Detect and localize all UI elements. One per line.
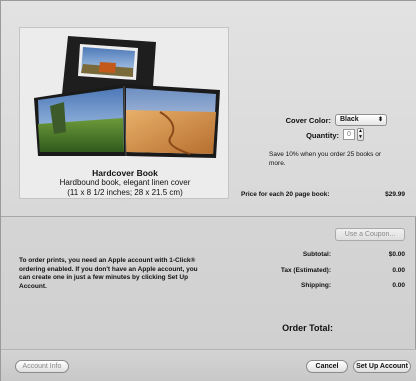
updown-arrows-icon: ⬍	[377, 117, 383, 123]
button-bar: Account Info Cancel Set Up Account	[1, 349, 416, 381]
order-window: Hardcover Book Hardbound book, elegant l…	[0, 0, 416, 381]
product-title: Hardcover Book	[92, 168, 158, 178]
account-info-text: To order prints, you need an Apple accou…	[19, 257, 198, 290]
account-info-button[interactable]: Account Info	[15, 360, 69, 373]
product-pane: Hardcover Book Hardbound book, elegant l…	[1, 1, 416, 217]
subtotal-label: Subtotal:	[302, 251, 331, 258]
shipping-label: Shipping:	[301, 282, 331, 289]
discount-note: Save 10% when you order 25 books or more…	[269, 151, 382, 167]
cover-color-label: Cover Color:	[285, 116, 331, 125]
set-up-account-button[interactable]: Set Up Account	[353, 360, 411, 373]
order-total-label: Order Total:	[282, 323, 333, 333]
quantity-field[interactable]: 0	[343, 129, 355, 140]
subtotal-value: $0.00	[388, 251, 405, 258]
product-caption: Hardcover Book Hardbound book, elegant l…	[20, 168, 230, 198]
tax-label: Tax (Estimated):	[280, 267, 331, 274]
book-preview: Hardcover Book Hardbound book, elegant l…	[19, 27, 229, 199]
price-label: Price for each 20 page book:	[241, 191, 330, 198]
product-dimensions: (11 x 8 1/2 inches; 28 x 21.5 cm)	[67, 188, 183, 197]
price-value: $29.99	[385, 191, 405, 198]
book-image	[34, 36, 220, 158]
quantity-stepper-icon[interactable]: ▲ ▼	[357, 128, 364, 141]
tax-value: 0.00	[392, 267, 405, 274]
cover-color-value: Black	[340, 116, 359, 123]
cancel-button[interactable]: Cancel	[306, 360, 348, 373]
cover-color-popup[interactable]: Black ⬍	[335, 114, 387, 126]
product-subtitle: Hardbound book, elegant linen cover	[59, 178, 191, 187]
open-book	[34, 84, 220, 158]
use-coupon-button[interactable]: Use a Coupon...	[335, 228, 405, 241]
quantity-label: Quantity:	[306, 131, 339, 140]
shipping-value: 0.00	[392, 282, 405, 289]
